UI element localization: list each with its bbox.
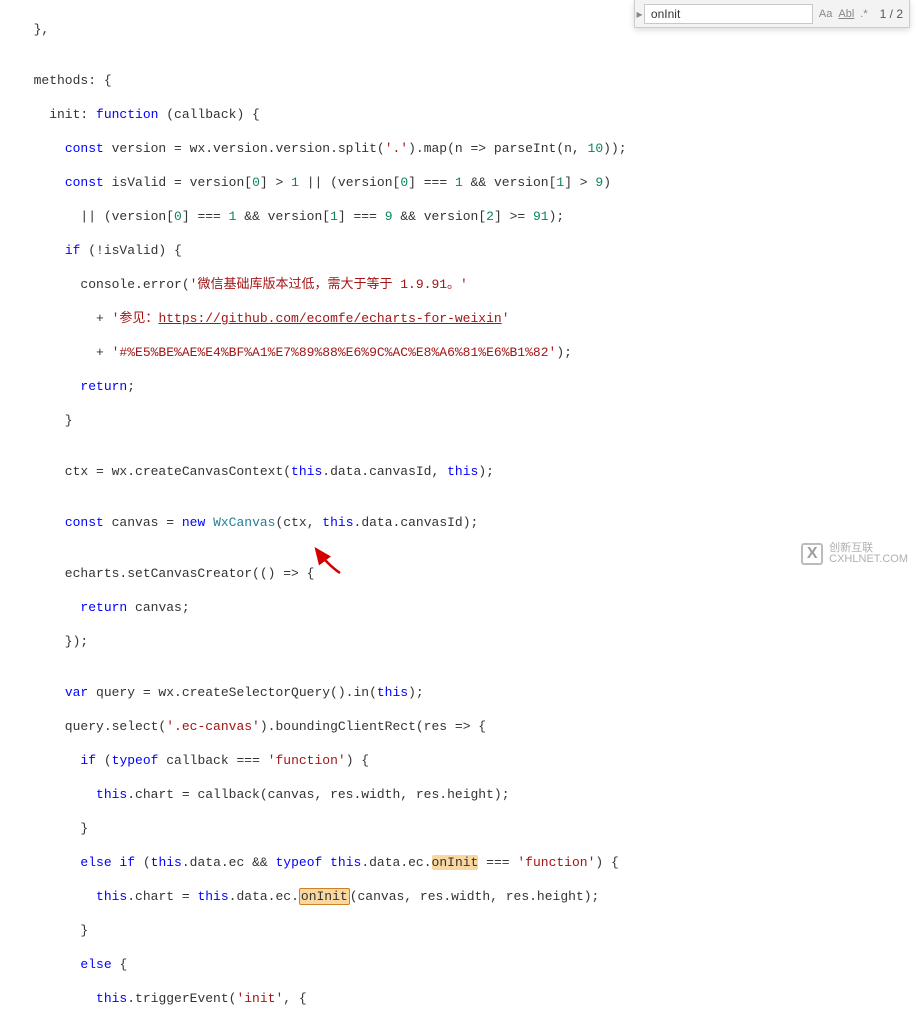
code-line: }); [18, 633, 918, 650]
search-result-count: 1 / 2 [874, 7, 909, 21]
code-line: } [18, 922, 918, 939]
search-match-current: onInit [299, 888, 350, 905]
code-line: const version = wx.version.version.split… [18, 140, 918, 157]
code-line: + '参见：https://github.com/ecomfe/echarts-… [18, 310, 918, 327]
watermark-sub: CXHLNET.COM [829, 554, 908, 565]
code-line: } [18, 412, 918, 429]
search-bar: ▸ Aa Abl .* 1 / 2 [634, 0, 910, 28]
code-line: if (!isValid) { [18, 242, 918, 259]
code-editor[interactable]: }, methods: { init: function (callback) … [0, 0, 918, 1024]
code-line: ctx = wx.createCanvasContext(this.data.c… [18, 463, 918, 480]
code-line: this.triggerEvent('init', { [18, 990, 918, 1007]
code-line: else { [18, 956, 918, 973]
code-line: this.chart = callback(canvas, res.width,… [18, 786, 918, 803]
code-line: } [18, 820, 918, 837]
code-line: echarts.setCanvasCreator(() => { [18, 565, 918, 582]
code-line: || (version[0] === 1 && version[1] === 9… [18, 208, 918, 225]
regex-icon[interactable]: .* [860, 8, 867, 20]
search-input[interactable] [644, 4, 813, 24]
code-line: const canvas = new WxCanvas(ctx, this.da… [18, 514, 918, 531]
code-line: else if (this.data.ec && typeof this.dat… [18, 854, 918, 871]
expand-toggle-icon[interactable]: ▸ [635, 7, 644, 21]
search-match: onInit [432, 855, 479, 870]
code-line: return canvas; [18, 599, 918, 616]
code-line: console.error('微信基础库版本过低，需大于等于 1.9.91。' [18, 276, 918, 293]
code-line: return; [18, 378, 918, 395]
code-line: init: function (callback) { [18, 106, 918, 123]
code-line: const isValid = version[0] > 1 || (versi… [18, 174, 918, 191]
match-case-icon[interactable]: Aa [819, 8, 832, 20]
code-line: if (typeof callback === 'function') { [18, 752, 918, 769]
code-line: this.chart = this.data.ec.onInit(canvas,… [18, 888, 918, 905]
watermark-logo-icon: X [801, 543, 823, 565]
watermark: X 创新互联 CXHLNET.COM [801, 543, 908, 565]
code-line: + '#%E5%BE%AE%E4%BF%A1%E7%89%88%E6%9C%AC… [18, 344, 918, 361]
code-line: query.select('.ec-canvas').boundingClien… [18, 718, 918, 735]
code-line: var query = wx.createSelectorQuery().in(… [18, 684, 918, 701]
match-whole-word-icon[interactable]: Abl [838, 8, 854, 20]
code-line: methods: { [18, 72, 918, 89]
